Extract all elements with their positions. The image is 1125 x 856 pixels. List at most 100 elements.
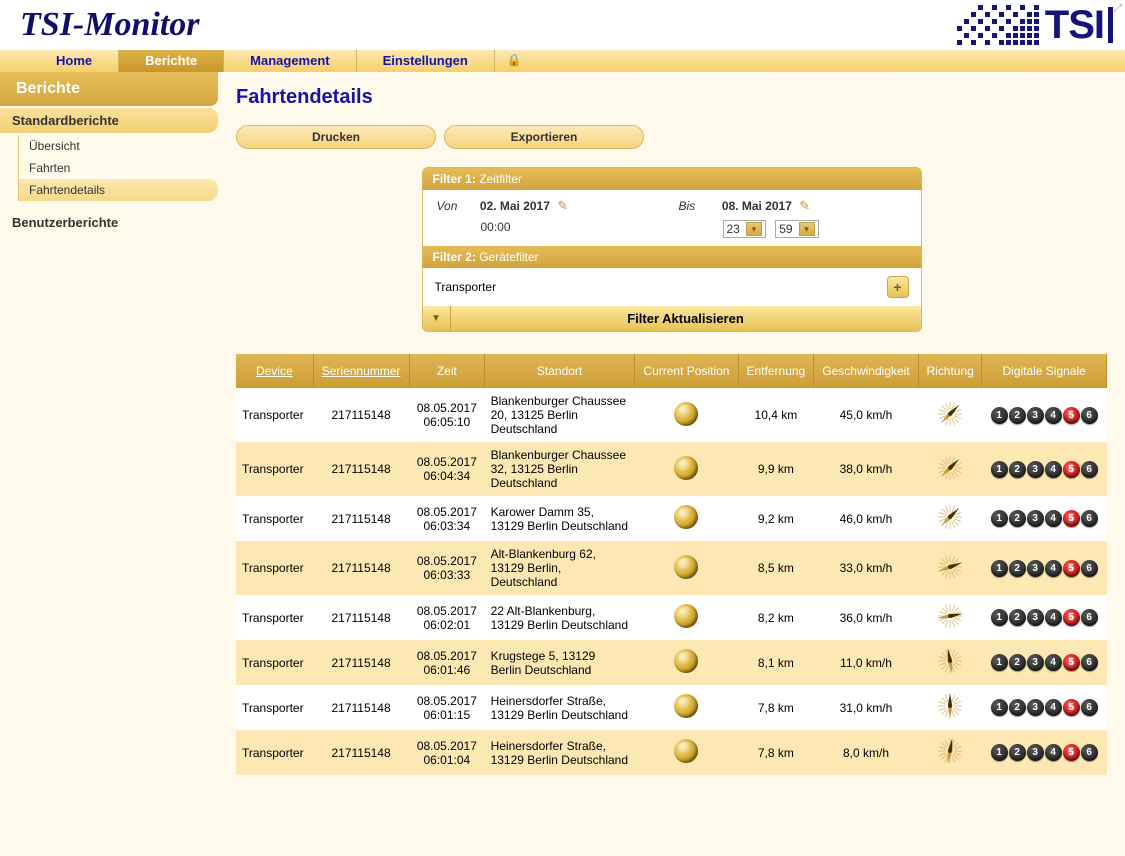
- cell-signals: 123456: [982, 595, 1107, 640]
- cell-position[interactable]: [635, 595, 739, 640]
- col-location[interactable]: Standort: [485, 354, 635, 388]
- cell-location: 22 Alt-Blankenburg, 13129 Berlin Deutsch…: [485, 595, 635, 640]
- results-table: Device Seriennummer Zeit Standort Curren…: [236, 354, 1107, 775]
- cell-signals: 123456: [982, 442, 1107, 496]
- signal-3-icon: 3: [1027, 407, 1044, 424]
- cell-position[interactable]: [635, 442, 739, 496]
- signal-3-icon: 3: [1027, 744, 1044, 761]
- globe-icon[interactable]: [674, 402, 698, 426]
- col-serial[interactable]: Seriennummer: [313, 354, 409, 388]
- cell-signals: 123456: [982, 730, 1107, 775]
- col-speed[interactable]: Geschwindigkeit: [813, 354, 918, 388]
- table-row: Transporter 217115148 08.05.201706:03:34…: [236, 496, 1107, 541]
- signal-5-icon: 5: [1063, 560, 1080, 577]
- cell-location: Heinersdorfer Straße, 13129 Berlin Deuts…: [485, 685, 635, 730]
- nav-einstellungen[interactable]: Einstellungen: [357, 50, 495, 72]
- cell-heading: [919, 595, 982, 640]
- print-button[interactable]: Drucken: [236, 125, 436, 149]
- col-distance[interactable]: Entfernung: [738, 354, 813, 388]
- cell-time: 08.05.201706:02:01: [409, 595, 484, 640]
- from-time: 00:00: [481, 220, 511, 234]
- cell-signals: 123456: [982, 388, 1107, 442]
- table-row: Transporter 217115148 08.05.201706:01:46…: [236, 640, 1107, 685]
- signal-6-icon: 6: [1081, 609, 1098, 626]
- signal-2-icon: 2: [1009, 407, 1026, 424]
- brand-logo: TSI: [957, 2, 1113, 48]
- globe-icon[interactable]: [674, 739, 698, 763]
- table-row: Transporter 217115148 08.05.201706:03:33…: [236, 541, 1107, 595]
- cell-time: 08.05.201706:01:04: [409, 730, 484, 775]
- signal-1-icon: 1: [991, 744, 1008, 761]
- compass-icon: [935, 502, 965, 532]
- cell-speed: 31,0 km/h: [813, 685, 918, 730]
- lock-icon[interactable]: 🔒: [495, 50, 534, 72]
- signal-1-icon: 1: [991, 609, 1008, 626]
- globe-icon[interactable]: [674, 555, 698, 579]
- cell-time: 08.05.201706:01:46: [409, 640, 484, 685]
- signal-2-icon: 2: [1009, 699, 1026, 716]
- cell-position[interactable]: [635, 541, 739, 595]
- sidebar-group-user[interactable]: Benutzerberichte: [0, 205, 218, 240]
- col-device[interactable]: Device: [236, 354, 313, 388]
- cell-heading: [919, 442, 982, 496]
- to-min-select[interactable]: 59▾: [775, 220, 818, 238]
- collapse-toggle[interactable]: ▼: [423, 306, 451, 331]
- col-position[interactable]: Current Position: [635, 354, 739, 388]
- cell-time: 08.05.201706:05:10: [409, 388, 484, 442]
- to-hour-select[interactable]: 23▾: [723, 220, 766, 238]
- cell-time: 08.05.201706:01:15: [409, 685, 484, 730]
- nav-berichte[interactable]: Berichte: [119, 50, 224, 72]
- cell-location: Krugstege 5, 13129 Berlin Deutschland: [485, 640, 635, 685]
- nav-home[interactable]: Home: [30, 50, 119, 72]
- sidebar-item-fahrtendetails[interactable]: Fahrtendetails: [18, 179, 218, 201]
- table-row: Transporter 217115148 08.05.201706:04:34…: [236, 442, 1107, 496]
- main-content: Fahrtendetails Drucken Exportieren Filte…: [218, 72, 1125, 789]
- cell-position[interactable]: [635, 388, 739, 442]
- from-label: Von: [437, 199, 477, 213]
- cell-device: Transporter: [236, 595, 313, 640]
- signal-3-icon: 3: [1027, 510, 1044, 527]
- cell-device: Transporter: [236, 541, 313, 595]
- compass-icon: [935, 552, 965, 582]
- pencil-icon[interactable]: ✎: [799, 198, 810, 213]
- cell-position[interactable]: [635, 685, 739, 730]
- to-date[interactable]: 08. Mai 2017: [722, 199, 792, 213]
- top-nav: Home Berichte Management Einstellungen 🔒: [0, 50, 1125, 72]
- cell-location: Karower Damm 35, 13129 Berlin Deutschlan…: [485, 496, 635, 541]
- col-heading[interactable]: Richtung: [919, 354, 982, 388]
- cell-signals: 123456: [982, 640, 1107, 685]
- cell-serial: 217115148: [313, 442, 409, 496]
- from-date[interactable]: 02. Mai 2017: [480, 199, 550, 213]
- sidebar-group-standard[interactable]: Standardberichte: [0, 108, 218, 133]
- update-filter-button[interactable]: Filter Aktualisieren: [451, 306, 921, 331]
- fullscreen-icon[interactable]: ⤢: [1114, 3, 1122, 14]
- sidebar-item-uebersicht[interactable]: Übersicht: [18, 135, 218, 157]
- globe-icon[interactable]: [674, 505, 698, 529]
- table-row: Transporter 217115148 08.05.201706:01:04…: [236, 730, 1107, 775]
- compass-icon: [935, 691, 965, 721]
- globe-icon[interactable]: [674, 649, 698, 673]
- sidebar-item-fahrten[interactable]: Fahrten: [18, 157, 218, 179]
- table-row: Transporter 217115148 08.05.201706:05:10…: [236, 388, 1107, 442]
- cell-location: Alt-Blankenburg 62, 13129 Berlin, Deutsc…: [485, 541, 635, 595]
- cell-distance: 7,8 km: [738, 685, 813, 730]
- cell-position[interactable]: [635, 640, 739, 685]
- cell-position[interactable]: [635, 496, 739, 541]
- export-button[interactable]: Exportieren: [444, 125, 644, 149]
- nav-management[interactable]: Management: [224, 50, 356, 72]
- cell-position[interactable]: [635, 730, 739, 775]
- table-row: Transporter 217115148 08.05.201706:02:01…: [236, 595, 1107, 640]
- col-signals[interactable]: Digitale Signale: [982, 354, 1107, 388]
- cell-speed: 46,0 km/h: [813, 496, 918, 541]
- col-time[interactable]: Zeit: [409, 354, 484, 388]
- add-device-button[interactable]: +: [887, 276, 909, 298]
- signal-1-icon: 1: [991, 654, 1008, 671]
- cell-device: Transporter: [236, 640, 313, 685]
- table-header-row: Device Seriennummer Zeit Standort Curren…: [236, 354, 1107, 388]
- globe-icon[interactable]: [674, 694, 698, 718]
- pencil-icon[interactable]: ✎: [557, 198, 568, 213]
- cell-heading: [919, 730, 982, 775]
- globe-icon[interactable]: [674, 456, 698, 480]
- signal-6-icon: 6: [1081, 407, 1098, 424]
- globe-icon[interactable]: [674, 604, 698, 628]
